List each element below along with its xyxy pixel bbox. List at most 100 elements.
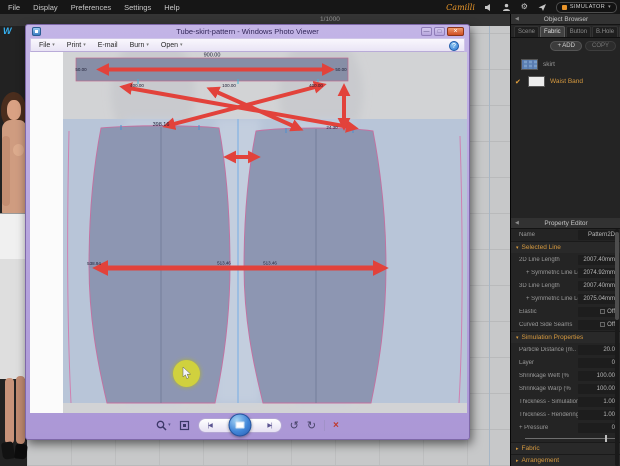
property-value[interactable]: 20.0 (578, 345, 618, 355)
section-arrangement[interactable]: ▸ Arrangement (511, 454, 620, 466)
pv-menu-open[interactable]: Open▾ (161, 42, 183, 49)
gear-icon[interactable]: ⚙ (520, 3, 529, 12)
menu-file[interactable]: File (8, 3, 20, 12)
collapse-panel-icon[interactable]: ◀ (515, 16, 519, 22)
property-value[interactable]: Off (578, 320, 618, 330)
slider-thumb[interactable] (605, 435, 607, 442)
photo-viewer-titlebar[interactable]: Tube-skirt-pattern - Windows Photo Viewe… (26, 25, 469, 38)
controls-divider (324, 420, 325, 431)
rotate-cw-button[interactable]: ↻ (307, 419, 316, 432)
section-simulation-properties[interactable]: ▾ Simulation Properties (511, 331, 620, 343)
brand-logo: Camilli (446, 3, 475, 12)
previous-button[interactable]: |◀ (208, 422, 212, 429)
avatar-face (7, 100, 21, 120)
property-value[interactable]: 0 (578, 358, 618, 368)
property-label: + Pressure (519, 425, 578, 431)
property-row: + Symmetric Line Le.. 2075.04mm (511, 292, 620, 305)
checkbox-icon[interactable] (600, 309, 605, 314)
pv-menu-print[interactable]: Print▾ (67, 42, 86, 49)
measurement-label: 398.16 (153, 122, 170, 128)
property-value[interactable]: 100.00 (578, 384, 618, 394)
property-row: Shrinkage Weft (% 100.00 (511, 369, 620, 382)
pv-menu-file[interactable]: File▾ (39, 42, 55, 49)
scale-indicator: 1/1000 (320, 16, 340, 23)
share-icon[interactable] (538, 3, 547, 12)
section-fabric[interactable]: ▸ Fabric (511, 442, 620, 454)
property-value[interactable]: 0 (578, 423, 618, 433)
measurement-label: 24.30 (326, 125, 338, 130)
checkbox-icon[interactable] (600, 322, 605, 327)
property-value[interactable]: 1.00 (578, 410, 618, 420)
tab-buttonhole[interactable]: B.Hole (592, 26, 618, 37)
copy-fabric-button[interactable]: COPY (585, 41, 616, 51)
menu-label: Open (161, 42, 178, 49)
zoom-button[interactable]: ▾ (156, 420, 171, 431)
photo-viewer-menubar: File▾ Print▾ E-mail Burn▾ Open▾ ? (30, 38, 465, 52)
tab-button[interactable]: Button (566, 26, 591, 37)
mouse-pointer-icon (182, 367, 192, 380)
user-icon[interactable] (502, 3, 511, 12)
menu-help[interactable]: Help (164, 3, 179, 12)
property-editor-header[interactable]: ◀ Property Editor (511, 218, 620, 229)
help-button[interactable]: ? (449, 41, 459, 51)
slideshow-button[interactable] (228, 414, 251, 437)
simulator-dropdown[interactable]: SIMULATOR ▾ (556, 2, 617, 13)
tab-fabric[interactable]: Fabric (540, 26, 565, 37)
object-browser-header[interactable]: ◀ Object Browser (511, 14, 620, 25)
property-value[interactable]: Off (578, 307, 618, 317)
property-value[interactable]: 1.00 (578, 397, 618, 407)
chevron-right-icon: ▸ (516, 458, 519, 464)
property-label: Shrinkage Warp (% (519, 386, 578, 392)
close-button[interactable]: × (447, 27, 464, 36)
menu-settings[interactable]: Settings (124, 3, 151, 12)
fabric-list-item[interactable]: skirt (511, 56, 620, 73)
library-pane[interactable] (0, 213, 27, 259)
property-value[interactable]: 100.00 (578, 371, 618, 381)
property-label: Curved Side Seams (519, 322, 578, 328)
library-pane-lower[interactable] (0, 259, 27, 379)
pv-menu-email[interactable]: E-mail (98, 42, 118, 49)
avatar-leg (16, 376, 25, 444)
tube-skirt-pattern-figure: 900.00 50.00 50.00 400.00 100.00 400.00 … (63, 52, 467, 413)
avatar-shoe (14, 443, 28, 459)
skirt-panel-left[interactable] (89, 126, 230, 403)
3d-viewport[interactable]: W (0, 26, 27, 466)
minimize-button[interactable]: — (421, 27, 432, 36)
next-button[interactable]: ▶| (267, 422, 271, 429)
property-value[interactable]: Pattern2D (578, 230, 618, 240)
app-menubar: File Display Preferences Settings Help C… (0, 0, 620, 14)
window-title: Tube-skirt-pattern - Windows Photo Viewe… (26, 27, 469, 36)
pressure-slider[interactable] (525, 438, 615, 439)
add-fabric-button[interactable]: + ADD (550, 41, 582, 51)
measurement-label: 538.94 (87, 261, 101, 266)
fabric-list-item[interactable]: ✔ Waist Band (511, 73, 620, 90)
menu-preferences[interactable]: Preferences (71, 3, 111, 12)
property-label: Particle Distance (m.. (519, 347, 578, 353)
scrollbar-thumb[interactable] (615, 232, 619, 320)
property-row: Thickness - Simulation 1.00 (511, 395, 620, 408)
fabric-name: Waist Band (550, 78, 583, 85)
property-row: + Symmetric Line Le.. 2074.92mm (511, 266, 620, 279)
section-selected-line[interactable]: ▾ Selected Line (511, 241, 620, 253)
fabric-list: skirt ✔ Waist Band (511, 56, 620, 90)
pv-menu-burn[interactable]: Burn▾ (130, 42, 149, 49)
property-value: 2007.40mm (578, 281, 618, 291)
speaker-icon[interactable] (484, 3, 493, 12)
maximize-button[interactable]: □ (434, 27, 445, 36)
rotate-ccw-button[interactable]: ↺ (290, 419, 299, 432)
menu-label: File (39, 42, 50, 49)
property-label: Name (519, 232, 578, 238)
delete-button[interactable]: × (333, 420, 339, 431)
tab-scene[interactable]: Scene (514, 26, 539, 37)
property-row: 2D Line Length 2007.40mm (511, 253, 620, 266)
panel-scrollbar[interactable] (615, 229, 619, 466)
property-editor-rows: Name Pattern2D ▾ Selected Line 2D Line L… (511, 229, 620, 466)
menu-label: Print (67, 42, 81, 49)
actual-size-button[interactable] (179, 420, 190, 431)
property-label: Shrinkage Weft (% (519, 373, 578, 379)
avatar-leg (5, 378, 14, 444)
measurement-label: 400.00 (130, 83, 144, 88)
property-row: Shrinkage Warp (% 100.00 (511, 382, 620, 395)
collapse-panel-icon[interactable]: ◀ (515, 220, 519, 226)
menu-display[interactable]: Display (33, 3, 58, 12)
